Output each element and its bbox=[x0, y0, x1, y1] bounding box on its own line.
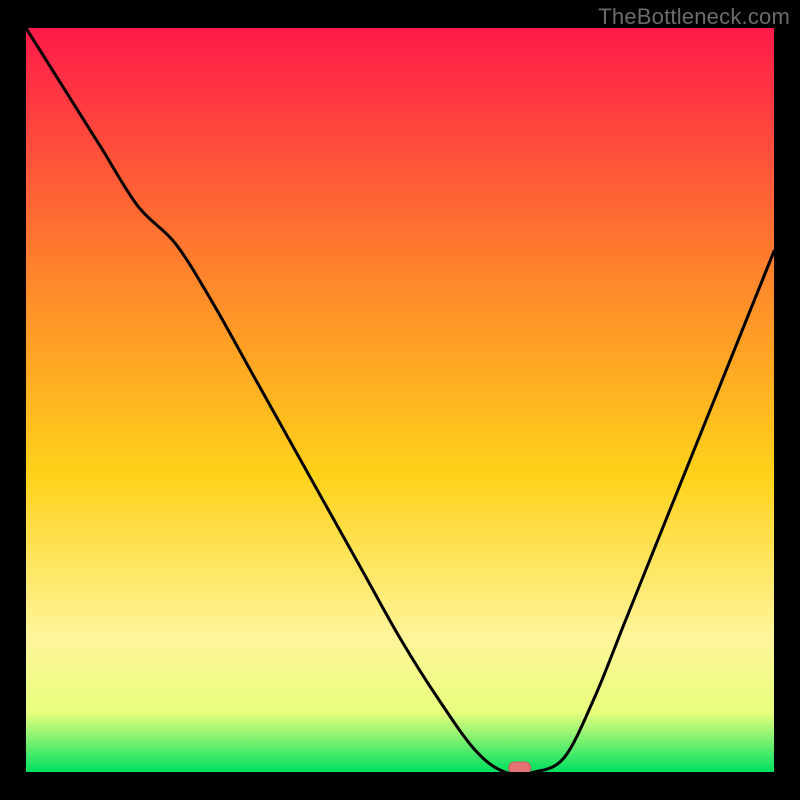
chart-container: TheBottleneck.com bbox=[0, 0, 800, 800]
attribution-text: TheBottleneck.com bbox=[598, 4, 790, 30]
plot-frame bbox=[26, 28, 774, 772]
optimal-point-marker bbox=[509, 762, 531, 772]
gradient-background bbox=[26, 28, 774, 772]
bottleneck-plot bbox=[26, 28, 774, 772]
